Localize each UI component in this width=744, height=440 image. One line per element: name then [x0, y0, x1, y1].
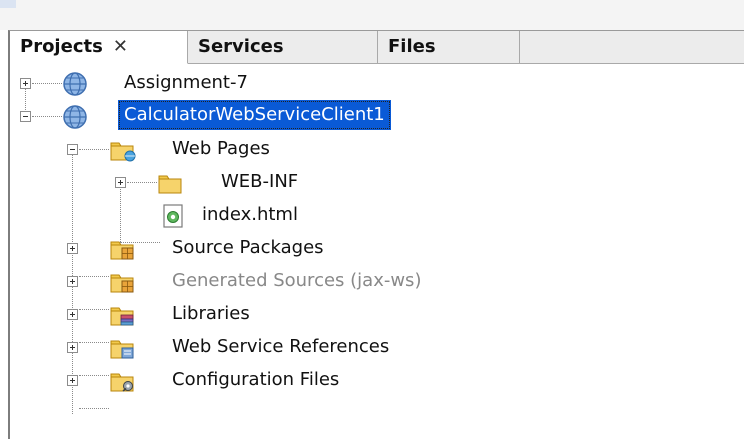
tree-node-label: Source Packages: [172, 237, 324, 258]
tab-projects-label: Projects: [20, 36, 103, 57]
expand-icon[interactable]: [67, 375, 78, 386]
tree-node-web-pages[interactable]: Web Pages: [10, 133, 744, 166]
tree-node-label: WEB-INF: [221, 171, 299, 192]
web-service-references-icon: [110, 340, 134, 359]
tree-node-configuration-files[interactable]: Configuration Files: [10, 364, 744, 397]
collapse-icon[interactable]: [20, 111, 31, 122]
package-folder-icon: [110, 274, 134, 293]
tab-bar: Projects ✕ Services Files: [10, 31, 744, 64]
expand-icon[interactable]: [67, 276, 78, 287]
tab-files[interactable]: Files: [378, 31, 520, 64]
package-folder-icon: [110, 241, 134, 260]
expand-icon[interactable]: [115, 177, 126, 188]
libraries-folder-icon: [110, 307, 134, 326]
tree-node-label: Generated Sources (jax-ws): [172, 270, 422, 291]
tree-node-source-packages[interactable]: Source Packages: [10, 232, 744, 265]
tree-node-label: Web Pages: [172, 138, 270, 159]
tree-node-web-service-references[interactable]: Web Service References: [10, 331, 744, 364]
web-pages-folder-icon: [110, 142, 136, 162]
tree-node-libraries[interactable]: Libraries: [10, 298, 744, 331]
collapse-icon[interactable]: [67, 144, 78, 155]
tree-node-label: Libraries: [172, 303, 250, 324]
folder-icon: [158, 175, 182, 194]
expand-icon[interactable]: [20, 78, 31, 89]
tree-node-label: index.html: [202, 204, 298, 225]
tree-node-assignment-7[interactable]: Assignment-7: [10, 67, 744, 100]
tab-services[interactable]: Services: [188, 31, 378, 64]
expand-icon[interactable]: [67, 243, 78, 254]
expand-icon[interactable]: [67, 309, 78, 320]
tab-files-label: Files: [388, 36, 436, 57]
globe-icon: [63, 72, 87, 96]
close-icon[interactable]: ✕: [113, 36, 128, 57]
tree-connector: [79, 408, 109, 409]
globe-icon: [63, 105, 87, 129]
tree-node-index-html[interactable]: index.html: [10, 199, 744, 232]
tab-projects[interactable]: Projects ✕: [10, 31, 188, 64]
tree-node-label: Assignment-7: [124, 72, 248, 93]
top-strip: [0, 0, 744, 30]
tree-node-web-inf[interactable]: WEB-INF: [10, 166, 744, 199]
project-tree: Assignment-7 CalculatorWebServiceClient1: [10, 64, 744, 440]
tab-services-label: Services: [198, 36, 284, 57]
tree-node-label: Web Service References: [172, 336, 390, 357]
tree-node-calculator-web-service-client[interactable]: CalculatorWebServiceClient1: [10, 100, 744, 133]
window-accent: [0, 0, 16, 8]
tree-node-label-selected: CalculatorWebServiceClient1: [118, 100, 391, 130]
expand-icon[interactable]: [67, 342, 78, 353]
configuration-files-icon: [110, 373, 134, 392]
projects-panel: Projects ✕ Services Files Assignment-7 C…: [8, 30, 744, 439]
html-file-icon: [163, 204, 183, 228]
tree-node-generated-sources[interactable]: Generated Sources (jax-ws): [10, 265, 744, 298]
tree-node-label: Configuration Files: [172, 369, 340, 390]
